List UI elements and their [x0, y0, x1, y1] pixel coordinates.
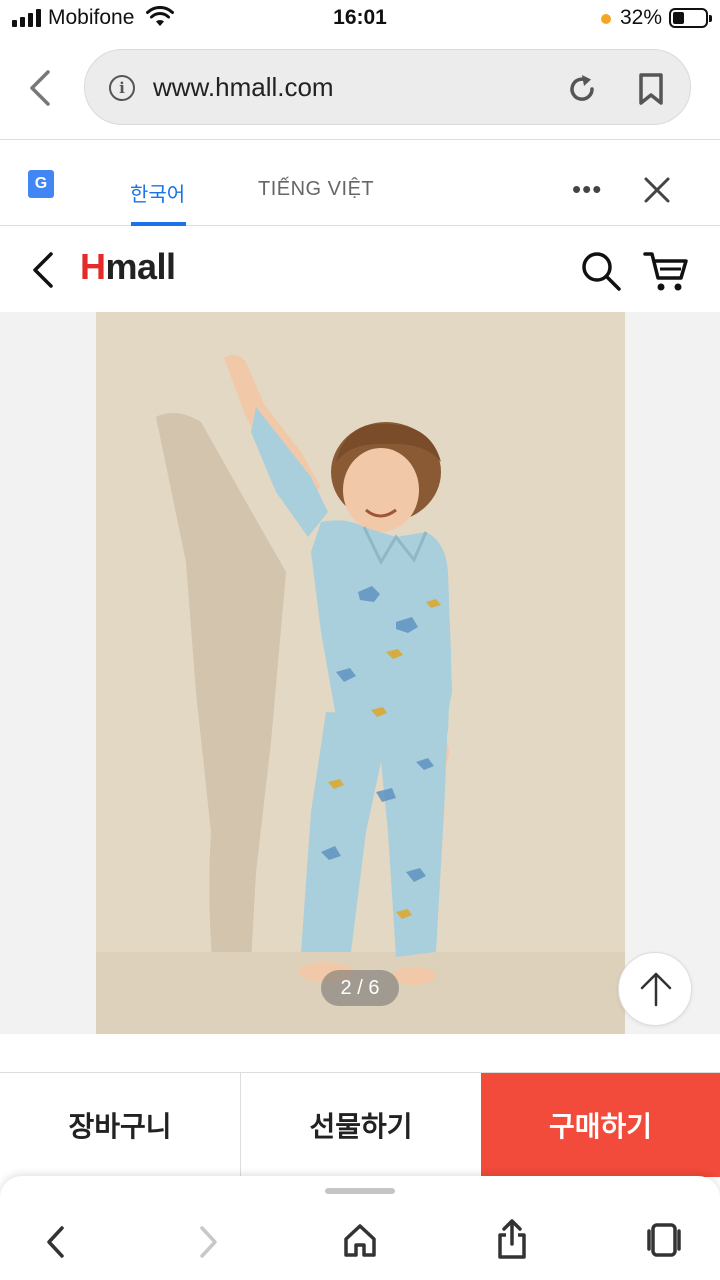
- back-nav-icon[interactable]: [44, 1224, 68, 1260]
- hmall-logo[interactable]: Hmall: [80, 246, 176, 288]
- google-translate-icon[interactable]: G 文: [28, 170, 68, 208]
- privacy-indicator-dot: [601, 14, 611, 24]
- cart-icon[interactable]: [643, 248, 689, 294]
- home-icon[interactable]: [343, 1222, 377, 1258]
- child-pajama-illustration: [96, 354, 625, 1034]
- forward-nav-icon[interactable]: [196, 1224, 220, 1260]
- logo-h: H: [80, 246, 106, 287]
- image-counter: 2 / 6: [321, 970, 399, 1006]
- back-icon[interactable]: [30, 250, 56, 290]
- buy-now-button[interactable]: 구매하기: [481, 1073, 720, 1177]
- tabs-icon[interactable]: [646, 1222, 682, 1258]
- browser-back-icon[interactable]: [26, 68, 54, 108]
- browser-address-bar: i www.hmall.com: [0, 38, 720, 140]
- tab-vietnamese[interactable]: TIẾNG VIỆT: [258, 178, 374, 201]
- browser-toolbar: [0, 1176, 720, 1280]
- url-field[interactable]: i www.hmall.com: [84, 49, 691, 125]
- scroll-to-top-button[interactable]: [618, 952, 692, 1026]
- share-icon[interactable]: [497, 1218, 527, 1260]
- product-gallery[interactable]: 2 / 6: [0, 312, 720, 1034]
- toolbar-grabber[interactable]: [325, 1188, 395, 1194]
- tab-korean[interactable]: 한국어: [130, 178, 185, 207]
- battery-percent: 32%: [620, 6, 663, 29]
- product-photo[interactable]: [96, 312, 625, 1034]
- translate-bar: G 文 한국어 TIẾNG VIỆT •••: [0, 140, 720, 226]
- info-icon[interactable]: i: [109, 75, 135, 101]
- close-icon[interactable]: [643, 176, 671, 204]
- arrow-up-icon: [640, 972, 672, 1007]
- url-text[interactable]: www.hmall.com: [153, 72, 334, 103]
- site-header: Hmall: [0, 226, 720, 312]
- search-icon[interactable]: [580, 250, 622, 292]
- more-options-icon[interactable]: •••: [572, 176, 602, 202]
- add-to-cart-button[interactable]: 장바구니: [0, 1073, 241, 1177]
- logo-mall: mall: [105, 246, 177, 287]
- reload-icon[interactable]: [565, 72, 599, 106]
- gift-button[interactable]: 선물하기: [241, 1073, 481, 1177]
- bookmark-icon[interactable]: [637, 72, 665, 106]
- purchase-actions: 장바구니 선물하기 구매하기: [0, 1072, 720, 1177]
- status-bar: Mobifone 16:01 32%: [0, 0, 720, 38]
- clock: 16:01: [333, 6, 387, 29]
- battery-icon: [669, 8, 712, 28]
- translate-logo-letter: G: [28, 170, 54, 198]
